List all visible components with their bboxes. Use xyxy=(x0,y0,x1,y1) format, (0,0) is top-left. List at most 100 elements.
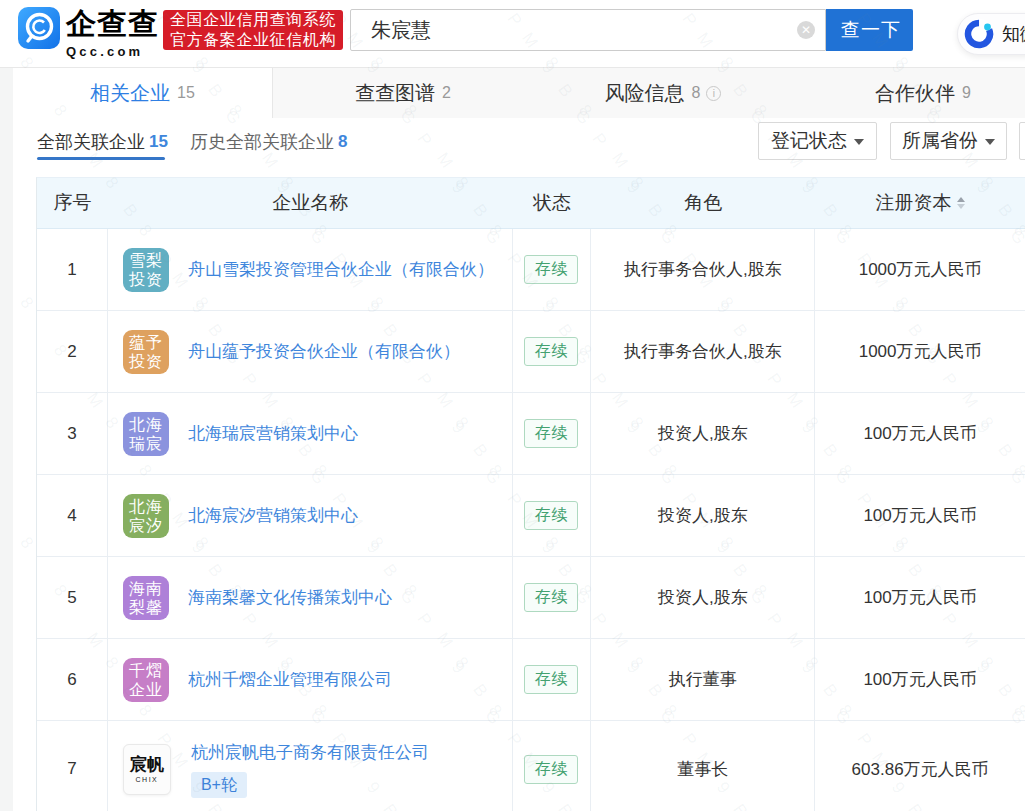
zhiwei-assistant-button[interactable]: 知微 xyxy=(957,13,1025,55)
chevron-down-icon xyxy=(985,139,995,145)
company-name-link[interactable]: 北海宸汐营销策划中心 xyxy=(188,504,358,527)
row-status-cell: 存续 xyxy=(513,393,592,474)
row-capital: 1000万元人民币 xyxy=(815,311,1025,392)
qcc-logo-text[interactable]: 企查查 Qcc.com xyxy=(66,6,163,60)
row-seq: 3 xyxy=(37,393,108,474)
table-row: 4 北海宸汐北海宸汐营销策划中心 存续投资人,股东100万元人民币 xyxy=(37,475,1025,557)
row-seq: 6 xyxy=(37,639,108,720)
row-capital: 1000万元人民币 xyxy=(815,229,1025,310)
row-seq: 1 xyxy=(37,229,108,310)
tab-bar: 相关企业 15 查查图谱 2 风险信息 8 i 合作伙伴 9 xyxy=(13,68,1025,118)
table-header: 序号 企业名称 状态 角色 注册资本 xyxy=(37,178,1025,229)
company-name-link[interactable]: 杭州宸帆电子商务有限责任公司 xyxy=(191,741,429,764)
company-logo[interactable]: 千熠企业 xyxy=(123,658,169,702)
clear-search-icon[interactable]: ✕ xyxy=(797,21,815,39)
status-badge[interactable]: 存续 xyxy=(524,419,578,448)
certification-badge-line2: 官方备案企业征信机构 xyxy=(170,30,336,50)
row-seq: 7 xyxy=(37,721,108,811)
company-name-link[interactable]: 北海瑞宸营销策划中心 xyxy=(188,422,358,445)
row-name-cell: 雪梨投资舟山雪梨投资管理合伙企业（有限合伙） xyxy=(108,229,513,310)
status-badge[interactable]: 存续 xyxy=(524,665,578,694)
col-seq: 序号 xyxy=(37,190,108,216)
row-status-cell: 存续 xyxy=(513,721,592,811)
row-role: 执行事务合伙人,股东 xyxy=(591,229,815,310)
status-badge[interactable]: 存续 xyxy=(524,337,578,366)
company-logo[interactable]: 雪梨投资 xyxy=(123,248,169,292)
row-name-cell: 蕴予投资舟山蕴予投资合伙企业（有限合伙） xyxy=(108,311,513,392)
funding-round-badge[interactable]: B+轮 xyxy=(191,772,247,798)
search-button[interactable]: 查一下 xyxy=(826,9,913,51)
tab-chart[interactable]: 查查图谱 2 xyxy=(273,68,533,118)
row-capital: 603.86万元人民币 xyxy=(815,721,1025,811)
company-name-link[interactable]: 舟山蕴予投资合伙企业（有限合伙） xyxy=(188,340,460,363)
row-name-cell: 宸帆CHIX 杭州宸帆电子商务有限责任公司 B+轮 xyxy=(108,721,513,811)
col-role: 角色 xyxy=(591,190,815,216)
table-row: 2蕴予投资舟山蕴予投资合伙企业（有限合伙）存续执行事务合伙人,股东1000万元人… xyxy=(37,311,1025,393)
qcc-logo-title: 企查查 xyxy=(66,6,163,42)
search-input[interactable] xyxy=(350,9,826,51)
tab-partners[interactable]: 合作伙伴 9 xyxy=(793,68,1025,118)
chevron-down-icon xyxy=(854,139,864,145)
row-name-cell: 千熠企业杭州千熠企业管理有限公司 xyxy=(108,639,513,720)
status-badge[interactable]: 存续 xyxy=(524,501,578,530)
row-role: 董事长 xyxy=(591,721,815,811)
subtab-all-related[interactable]: 全部关联企业 15 xyxy=(37,129,168,155)
company-name-link[interactable]: 舟山雪梨投资管理合伙企业（有限合伙） xyxy=(188,258,494,281)
qcc-logo-subtitle: Qcc.com xyxy=(66,44,163,60)
status-badge[interactable]: 存续 xyxy=(524,255,578,284)
certification-badge-line1: 全国企业信用查询系统 xyxy=(170,10,336,30)
col-name: 企业名称 xyxy=(108,190,513,216)
table-row: 5海南梨馨海南梨馨文化传播策划中心存续投资人,股东100万元人民币 xyxy=(37,557,1025,639)
row-seq: 5 xyxy=(37,557,108,638)
company-logo[interactable]: 海南梨馨 xyxy=(123,576,169,620)
row-role: 投资人,股东 xyxy=(591,393,815,474)
row-status-cell: 存续 xyxy=(513,639,592,720)
status-badge[interactable]: 存续 xyxy=(524,755,578,784)
companies-table: 序号 企业名称 状态 角色 注册资本 1雪梨投资舟山雪梨投资管理合伙企业（有限合… xyxy=(36,177,1025,811)
company-name-link[interactable]: 海南梨馨文化传播策划中心 xyxy=(188,586,392,609)
row-capital: 100万元人民币 xyxy=(815,557,1025,638)
table-row: 7 宸帆CHIX 杭州宸帆电子商务有限责任公司 B+轮 存续董事长603.86万元人民币 xyxy=(37,721,1025,811)
company-logo[interactable]: 蕴予投资 xyxy=(123,330,169,374)
table-body: 1雪梨投资舟山雪梨投资管理合伙企业（有限合伙）存续执行事务合伙人,股东1000万… xyxy=(37,229,1025,811)
row-seq: 4 xyxy=(37,475,108,556)
tab-related-companies[interactable]: 相关企业 15 xyxy=(13,68,273,118)
tab-risk-info[interactable]: 风险信息 8 i xyxy=(533,68,793,118)
row-status-cell: 存续 xyxy=(513,311,592,392)
zhiwei-logo-icon xyxy=(963,18,995,50)
row-name-cell: 海南梨馨海南梨馨文化传播策划中心 xyxy=(108,557,513,638)
filter-more[interactable] xyxy=(1019,122,1025,160)
row-capital: 100万元人民币 xyxy=(815,475,1025,556)
filter-province[interactable]: 所属省份 xyxy=(890,122,1007,160)
row-status-cell: 存续 xyxy=(513,557,592,638)
col-capital[interactable]: 注册资本 xyxy=(815,190,1025,216)
table-row: 3 北海瑞宸北海瑞宸营销策划中心 存续投资人,股东100万元人民币 xyxy=(37,393,1025,475)
row-capital: 100万元人民币 xyxy=(815,393,1025,474)
qcc-logo-icon[interactable] xyxy=(18,7,60,49)
info-icon[interactable]: i xyxy=(706,86,721,101)
row-role: 执行事务合伙人,股东 xyxy=(591,311,815,392)
row-status-cell: 存续 xyxy=(513,229,592,310)
company-name-link[interactable]: 杭州千熠企业管理有限公司 xyxy=(188,668,392,691)
row-seq: 2 xyxy=(37,311,108,392)
company-logo[interactable]: 宸帆CHIX xyxy=(123,744,171,795)
company-logo[interactable]: 北海宸汐 xyxy=(123,494,169,538)
row-role: 投资人,股东 xyxy=(591,475,815,556)
sub-tab-bar: 全部关联企业 15 历史全部关联企业 8 登记状态 所属省份 xyxy=(13,118,1025,177)
row-role: 投资人,股东 xyxy=(591,557,815,638)
filter-registration-status[interactable]: 登记状态 xyxy=(758,122,877,160)
page: 企查查 Qcc.com 全国企业信用查询系统 官方备案企业征信机构 ✕ 查一下 … xyxy=(0,0,1025,811)
row-capital: 100万元人民币 xyxy=(815,639,1025,720)
company-logo[interactable]: 北海瑞宸 xyxy=(123,412,169,456)
row-status-cell: 存续 xyxy=(513,475,592,556)
status-badge[interactable]: 存续 xyxy=(524,583,578,612)
table-row: 1雪梨投资舟山雪梨投资管理合伙企业（有限合伙）存续执行事务合伙人,股东1000万… xyxy=(37,229,1025,311)
col-status: 状态 xyxy=(513,190,592,216)
zhiwei-label: 知微 xyxy=(1002,22,1025,46)
certification-badge: 全国企业信用查询系统 官方备案企业征信机构 xyxy=(163,10,343,50)
subtab-history-related[interactable]: 历史全部关联企业 8 xyxy=(190,129,347,155)
subtab-active-underline xyxy=(37,157,165,160)
sort-icon[interactable] xyxy=(957,197,965,209)
main-panel: 相关企业 15 查查图谱 2 风险信息 8 i 合作伙伴 9 全部关联企业 15 xyxy=(13,68,1025,811)
top-bar: 企查查 Qcc.com 全国企业信用查询系统 官方备案企业征信机构 ✕ 查一下 … xyxy=(0,0,1025,68)
